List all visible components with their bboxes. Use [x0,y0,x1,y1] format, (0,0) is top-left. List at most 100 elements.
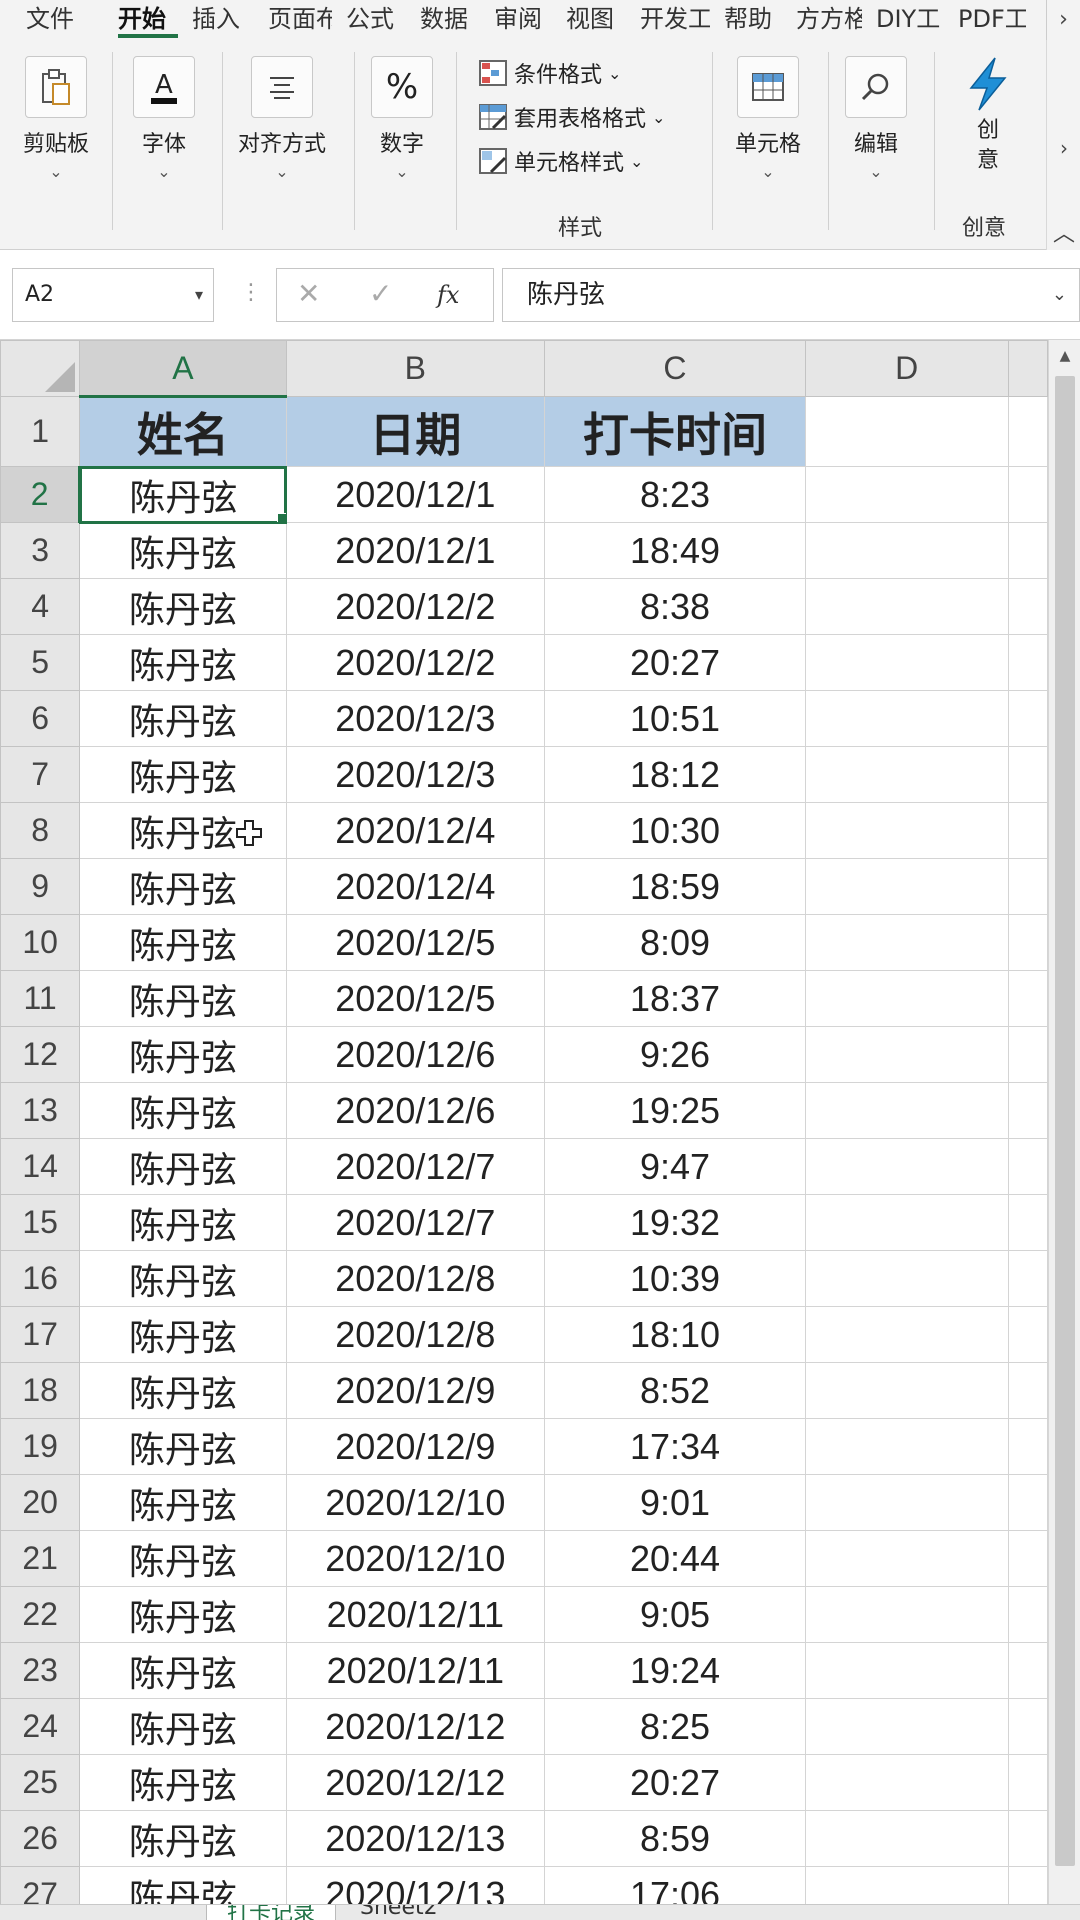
font-button[interactable]: A 字体 ⌄ [114,56,214,181]
cell[interactable] [1007,914,1048,971]
cell[interactable] [804,1754,1009,1811]
row-header[interactable]: 19 [0,1418,81,1475]
row-header[interactable]: 11 [0,970,81,1027]
ribbon-tab[interactable]: 方方格 [796,0,862,40]
cell[interactable] [804,1810,1009,1867]
time-cell[interactable]: 8:59 [544,1810,806,1867]
row-header[interactable]: 18 [0,1362,81,1419]
cell[interactable] [1007,1306,1048,1363]
sheet-tab[interactable]: Sheet2 [360,1905,438,1920]
cell[interactable] [1007,1698,1048,1755]
editing-button[interactable]: 编辑 ⌄ [826,56,926,181]
date-cell[interactable]: 2020/12/7 [285,1138,546,1195]
cell[interactable] [1007,1474,1048,1531]
formula-bar-grip-icon[interactable]: ⋮ [240,280,262,305]
cell[interactable] [1007,1530,1048,1587]
cell[interactable] [804,914,1009,971]
name-cell[interactable]: 陈丹弦 [79,634,287,691]
cell[interactable] [804,802,1009,859]
ribbon-tab[interactable]: 数据 [420,0,480,40]
name-cell[interactable]: 陈丹弦 [79,578,287,635]
cell[interactable] [1007,1866,1048,1904]
cell[interactable] [804,1530,1009,1587]
name-cell[interactable]: 陈丹弦 [79,522,287,579]
date-cell[interactable]: 2020/12/10 [285,1530,546,1587]
ribbon-tab[interactable]: 文件 [26,0,86,40]
cell[interactable] [804,1586,1009,1643]
cell[interactable] [804,1194,1009,1251]
time-cell[interactable]: 19:25 [544,1082,806,1139]
sheet-tab[interactable]: 打卡记录 [206,1905,337,1920]
row-header[interactable]: 10 [0,914,81,971]
cell[interactable] [804,1418,1009,1475]
name-cell[interactable]: 陈丹弦 [79,1474,287,1531]
time-cell[interactable]: 10:30 [544,802,806,859]
time-cell[interactable]: 9:05 [544,1586,806,1643]
date-cell[interactable]: 2020/12/8 [285,1306,546,1363]
name-cell[interactable]: 陈丹弦 [79,746,287,803]
row-header[interactable]: 4 [0,578,81,635]
cell-styles-button[interactable]: 单元格样式 ⌄ [478,144,643,178]
cell[interactable] [804,1698,1009,1755]
time-cell[interactable]: 10:39 [544,1250,806,1307]
row-header[interactable]: 15 [0,1194,81,1251]
ribbon-tab[interactable]: PDF工 [958,0,1026,40]
cell[interactable] [1007,802,1048,859]
header-cell[interactable]: 打卡时间 [544,396,806,467]
cell[interactable] [804,1642,1009,1699]
cell[interactable] [1007,1754,1048,1811]
row-header[interactable]: 12 [0,1026,81,1083]
time-cell[interactable]: 17:06 [544,1866,806,1904]
cell[interactable] [804,746,1009,803]
time-cell[interactable]: 19:24 [544,1642,806,1699]
date-cell[interactable]: 2020/12/3 [285,690,546,747]
cell[interactable] [1007,578,1048,635]
column-header-b[interactable]: B [285,340,546,397]
ribbon-tab[interactable]: 开发工 [640,0,710,40]
date-cell[interactable]: 2020/12/6 [285,1082,546,1139]
format-as-table-button[interactable]: 套用表格格式 ⌄ [478,100,665,134]
date-cell[interactable]: 2020/12/5 [285,914,546,971]
row-header[interactable]: 9 [0,858,81,915]
time-cell[interactable]: 20:27 [544,634,806,691]
date-cell[interactable]: 2020/12/12 [285,1698,546,1755]
clipboard-button[interactable]: 剪贴板 ⌄ [6,56,106,181]
row-header[interactable]: 27 [0,1866,81,1904]
date-cell[interactable]: 2020/12/13 [285,1866,546,1904]
cell[interactable] [1007,522,1048,579]
cell[interactable] [1007,396,1048,467]
cell[interactable] [804,578,1009,635]
cell[interactable] [1007,634,1048,691]
time-cell[interactable]: 8:25 [544,1698,806,1755]
row-header[interactable]: 6 [0,690,81,747]
date-cell[interactable]: 2020/12/7 [285,1194,546,1251]
cell[interactable] [1007,1194,1048,1251]
time-cell[interactable]: 20:27 [544,1754,806,1811]
cell[interactable] [804,1306,1009,1363]
name-cell[interactable]: 陈丹弦 [79,1194,287,1251]
date-cell[interactable]: 2020/12/3 [285,746,546,803]
select-all-corner[interactable] [0,340,81,397]
cell[interactable] [804,522,1009,579]
cell[interactable] [804,1362,1009,1419]
collapse-ribbon-icon[interactable]: ︿ [1047,216,1080,248]
cancel-icon[interactable]: ✕ [297,277,320,310]
date-cell[interactable]: 2020/12/4 [285,802,546,859]
date-cell[interactable]: 2020/12/1 [285,522,546,579]
cell[interactable] [804,690,1009,747]
row-header[interactable]: 20 [0,1474,81,1531]
cell[interactable] [1007,1362,1048,1419]
cell[interactable] [804,1138,1009,1195]
cell[interactable] [1007,466,1048,523]
name-cell[interactable]: 陈丹弦 [79,1586,287,1643]
row-header[interactable]: 13 [0,1082,81,1139]
ribbon-tab[interactable]: DIY工 [876,0,944,40]
vertical-scrollbar[interactable]: ▲ [1048,340,1080,1904]
time-cell[interactable]: 19:32 [544,1194,806,1251]
cell[interactable] [1007,1418,1048,1475]
cell[interactable] [1007,746,1048,803]
scroll-up-icon[interactable]: ▲ [1049,348,1080,364]
name-cell[interactable]: 陈丹弦 [79,1418,287,1475]
cell[interactable] [1007,1138,1048,1195]
name-cell[interactable]: 陈丹弦 [79,1754,287,1811]
